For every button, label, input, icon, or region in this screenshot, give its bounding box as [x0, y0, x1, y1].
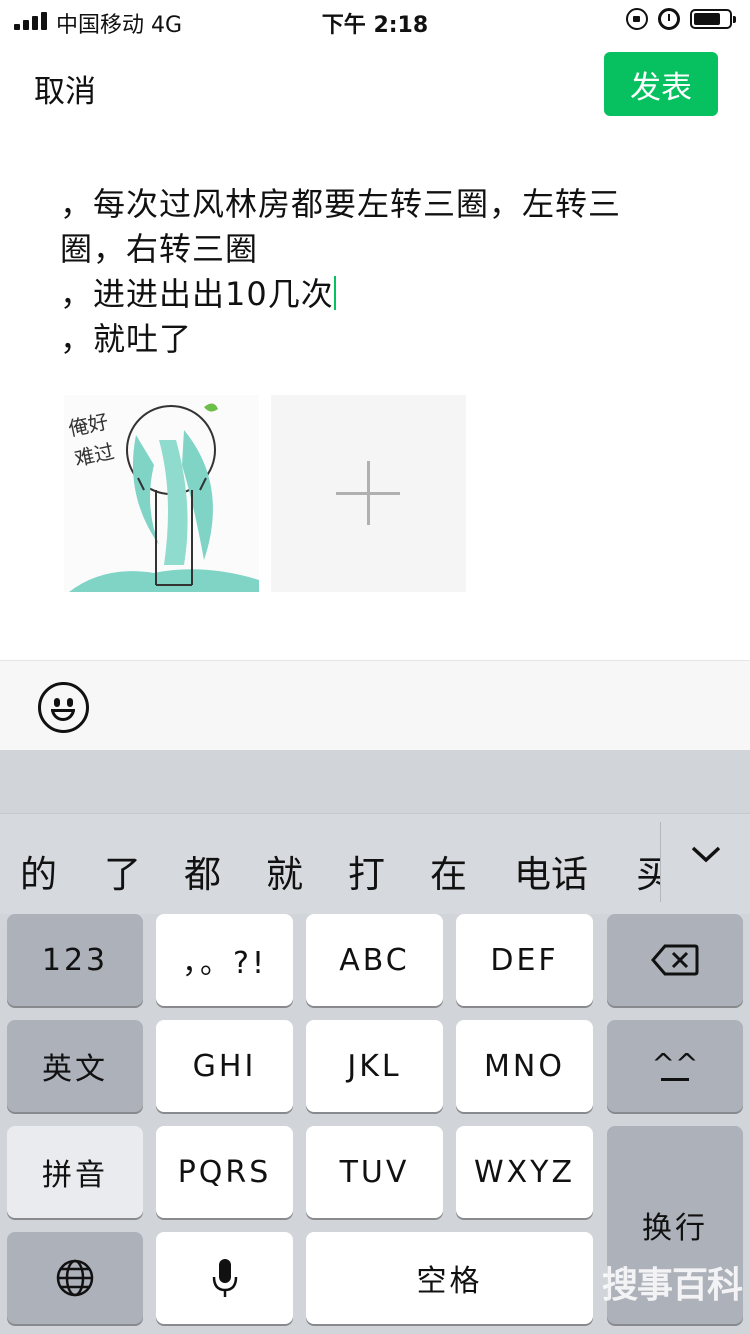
emoji-icon[interactable]: [38, 682, 89, 733]
key-emoticon[interactable]: ^^: [607, 1020, 743, 1112]
publish-button[interactable]: 发表: [604, 52, 718, 116]
candidate-word[interactable]: 了: [104, 844, 141, 898]
candidate-word[interactable]: 就: [266, 844, 303, 898]
post-line-2: 圈，右转三圈: [60, 230, 259, 268]
emoji-toolbar: [0, 660, 750, 750]
post-text-editor[interactable]: ，每次过风林房都要左转三圈，左转三 圈，右转三圈 ，进进出出10几次 ，就吐了: [60, 182, 690, 362]
candidate-word[interactable]: 都: [184, 844, 221, 898]
key-pqrs[interactable]: PQRS: [156, 1126, 293, 1218]
globe-button[interactable]: [7, 1232, 143, 1324]
candidate-word[interactable]: 的: [20, 844, 57, 898]
key-punctuation[interactable]: ，。?!: [156, 914, 293, 1006]
key-abc[interactable]: ABC: [306, 914, 443, 1006]
chevron-down-icon[interactable]: [690, 838, 722, 870]
space-bar[interactable]: 空格: [306, 1232, 593, 1324]
watermark: 搜事百科: [602, 1265, 743, 1306]
candidate-word[interactable]: 打: [348, 844, 385, 898]
globe-icon: [56, 1259, 94, 1297]
rotation-lock-icon: [626, 8, 648, 30]
key-english[interactable]: 英文: [7, 1020, 143, 1112]
add-image-button[interactable]: [271, 395, 466, 592]
backspace-button[interactable]: [607, 914, 743, 1006]
candidate-word[interactable]: 买: [636, 844, 660, 898]
battery-icon: [690, 9, 736, 29]
key-123[interactable]: 123: [7, 914, 143, 1006]
key-wxyz[interactable]: WXYZ: [456, 1126, 593, 1218]
post-line-4: ，就吐了: [60, 320, 193, 358]
cancel-button[interactable]: 取消: [34, 66, 96, 111]
text-caret: [333, 276, 336, 310]
backspace-icon: [651, 944, 699, 976]
key-ghi[interactable]: GHI: [156, 1020, 293, 1112]
post-line-3: ，进进出出10几次: [60, 275, 334, 313]
candidate-word[interactable]: 电话: [514, 844, 588, 898]
key-def[interactable]: DEF: [456, 914, 593, 1006]
candidate-word[interactable]: 在: [430, 844, 467, 898]
alarm-icon: [658, 8, 680, 30]
status-bar: 中国移动 4G 下午 2:18: [0, 0, 750, 40]
key-tuv[interactable]: TUV: [306, 1126, 443, 1218]
candidate-bar: 的 了 都 就 打 在 电话 买: [0, 814, 750, 914]
post-line-1: ，每次过风林房都要左转三圈，左转三: [60, 185, 622, 223]
attached-image[interactable]: 俺好 难过: [64, 395, 259, 592]
key-jkl[interactable]: JKL: [306, 1020, 443, 1112]
emoticon-label: ^^: [651, 1046, 699, 1080]
key-pinyin[interactable]: 拼音: [7, 1126, 143, 1218]
key-mno[interactable]: MNO: [456, 1020, 593, 1112]
microphone-button[interactable]: [156, 1232, 293, 1324]
microphone-icon: [212, 1259, 237, 1297]
